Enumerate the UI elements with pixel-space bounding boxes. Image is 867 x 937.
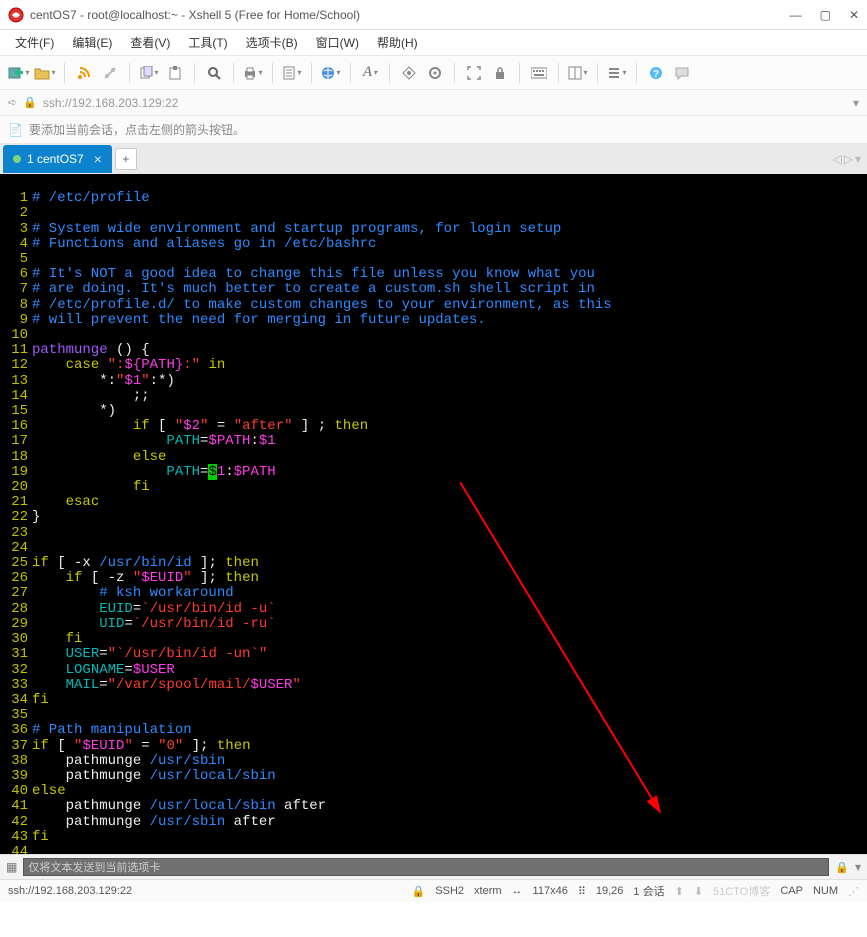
chat-button[interactable]: [671, 62, 693, 84]
lock-button[interactable]: [489, 62, 511, 84]
arrow-add-icon[interactable]: ➪: [8, 96, 17, 109]
find-button[interactable]: [203, 62, 225, 84]
minimize-button[interactable]: —: [790, 8, 802, 22]
status-watermark: 51CTO博客: [713, 883, 770, 899]
fullscreen-button[interactable]: [463, 62, 485, 84]
globe-button[interactable]: [320, 62, 342, 84]
status-ssh-icon: 🔒: [412, 885, 426, 898]
close-button[interactable]: ✕: [849, 8, 859, 22]
status-cursor: 19,26: [596, 885, 624, 897]
toolbar: A ?: [0, 56, 867, 90]
app-icon: [8, 7, 24, 23]
menu-tools[interactable]: 工具(T): [183, 31, 232, 54]
properties-button[interactable]: [281, 62, 303, 84]
status-resize-grip[interactable]: ⋰: [848, 885, 859, 898]
layout-button[interactable]: [567, 62, 589, 84]
menu-window[interactable]: 窗口(W): [311, 31, 364, 54]
status-address: ssh://192.168.203.129:22: [8, 885, 132, 897]
status-num: NUM: [813, 885, 838, 897]
tab-next-button[interactable]: ▷: [844, 152, 853, 166]
status-bar: ssh://192.168.203.129:22 🔒 SSH2 xterm ↔ …: [0, 880, 867, 902]
font-button[interactable]: A: [359, 62, 381, 84]
menu-edit[interactable]: 编辑(E): [67, 31, 117, 54]
address-dropdown[interactable]: ▾: [853, 96, 859, 110]
terminal-view[interactable]: 1# /etc/profile23# System wide environme…: [0, 174, 867, 854]
status-up-icon: ⬆: [675, 885, 684, 898]
status-size-icon: ↔: [512, 885, 523, 897]
send-icon[interactable]: ▦: [6, 860, 17, 874]
info-text: 要添加当前会话，点击左侧的箭头按钮。: [29, 121, 245, 138]
session-tab[interactable]: 1 centOS7 ×: [3, 145, 112, 173]
status-down-icon: ⬇: [694, 885, 703, 898]
status-dot-icon: [13, 155, 21, 163]
menu-view[interactable]: 查看(V): [125, 31, 175, 54]
new-session-button[interactable]: [8, 62, 30, 84]
print-button[interactable]: [242, 62, 264, 84]
info-icon: 📄: [8, 123, 23, 137]
menu-help[interactable]: 帮助(H): [372, 31, 423, 54]
status-cursor-icon: ⠿: [578, 885, 586, 898]
keyboard-button[interactable]: [528, 62, 550, 84]
send-bar: ▦ 仅将文本发送到当前选项卡 🔒 ▾: [0, 854, 867, 880]
open-session-button[interactable]: [34, 62, 56, 84]
help-button[interactable]: ?: [645, 62, 667, 84]
send-lock-icon: 🔒: [835, 861, 849, 874]
tab-label: 1 centOS7: [27, 152, 84, 166]
tab-bar: 1 centOS7 × + ◁▷▾: [0, 144, 867, 174]
info-bar: 📄 要添加当前会话，点击左侧的箭头按钮。: [0, 116, 867, 144]
lock-icon: 🔒: [23, 96, 37, 109]
status-size: 117x46: [533, 885, 568, 897]
tab-list-button[interactable]: ▾: [855, 152, 861, 166]
copy-button[interactable]: [138, 62, 160, 84]
window-title: centOS7 - root@localhost:~ - Xshell 5 (F…: [30, 8, 790, 22]
status-cap: CAP: [780, 885, 803, 897]
view-button[interactable]: [606, 62, 628, 84]
disconnect-button[interactable]: [99, 62, 121, 84]
reconnect-button[interactable]: [73, 62, 95, 84]
maximize-button[interactable]: ▢: [820, 8, 831, 22]
menu-file[interactable]: 文件(F): [10, 31, 59, 54]
tab-close-icon[interactable]: ×: [94, 151, 102, 167]
address-bar: ➪ 🔒 ssh://192.168.203.129:22 ▾: [0, 90, 867, 116]
menu-tab[interactable]: 选项卡(B): [241, 31, 303, 54]
status-term: xterm: [474, 885, 502, 897]
status-session: 1 会话: [633, 883, 664, 899]
window-titlebar: centOS7 - root@localhost:~ - Xshell 5 (F…: [0, 0, 867, 30]
send-input[interactable]: 仅将文本发送到当前选项卡: [23, 858, 829, 876]
status-ssh: SSH2: [435, 885, 464, 897]
tool-button-1[interactable]: [398, 62, 420, 84]
address-text[interactable]: ssh://192.168.203.129:22: [43, 96, 847, 110]
tool-button-2[interactable]: [424, 62, 446, 84]
send-dropdown[interactable]: ▾: [855, 860, 861, 874]
menu-bar: 文件(F) 编辑(E) 查看(V) 工具(T) 选项卡(B) 窗口(W) 帮助(…: [0, 30, 867, 56]
new-tab-button[interactable]: +: [115, 148, 137, 170]
tab-prev-button[interactable]: ◁: [833, 152, 842, 166]
svg-text:?: ?: [653, 69, 659, 80]
paste-button[interactable]: [164, 62, 186, 84]
